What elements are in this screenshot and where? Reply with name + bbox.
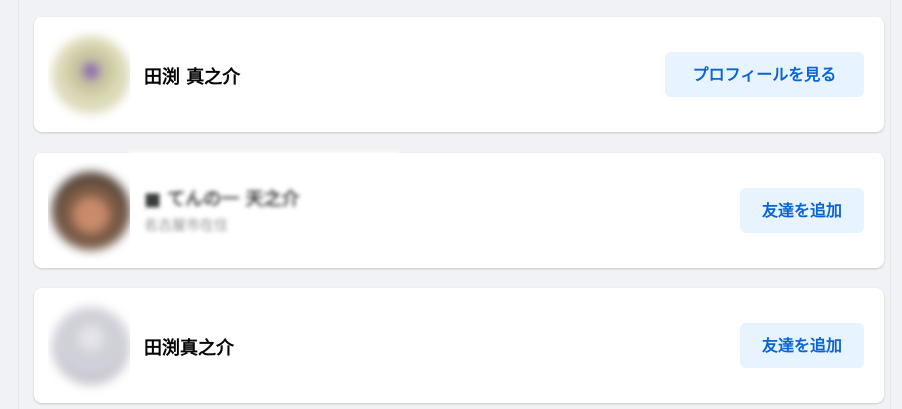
person-name[interactable]: 田渕 真之介 (144, 63, 240, 89)
person-subtitle: 名古屋市在住 (144, 218, 228, 234)
avatar[interactable] (52, 172, 130, 250)
divider (129, 151, 399, 157)
avatar-container[interactable] (48, 17, 130, 132)
search-results-page: 田渕 真之介 プロフィールを見る ■ てんの一 天之介 名古屋市在住 友達を追加… (0, 0, 902, 409)
right-divider (890, 0, 891, 409)
person-name[interactable]: ■ てんの一 天之介 (144, 185, 300, 211)
person-result-card[interactable]: ■ てんの一 天之介 名古屋市在住 友達を追加 (34, 151, 884, 268)
person-result-card[interactable]: 田渕 真之介 プロフィールを見る (34, 17, 884, 132)
avatar[interactable] (52, 36, 130, 114)
add-friend-button[interactable]: 友達を追加 (740, 323, 864, 368)
left-divider (18, 0, 19, 409)
avatar-container[interactable] (48, 153, 130, 268)
person-name[interactable]: 田渕真之介 (144, 334, 234, 360)
avatar-container[interactable] (48, 288, 130, 403)
view-profile-button[interactable]: プロフィールを見る (665, 52, 864, 97)
default-avatar[interactable] (52, 307, 130, 385)
person-result-card[interactable]: 田渕真之介 友達を追加 (34, 288, 884, 403)
add-friend-button[interactable]: 友達を追加 (740, 188, 864, 233)
